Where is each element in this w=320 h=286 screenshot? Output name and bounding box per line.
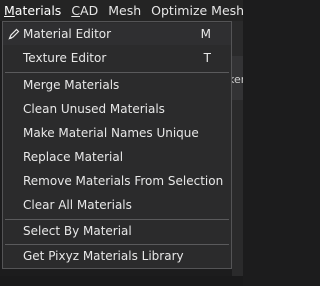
menu-item-label: Clean Unused Materials xyxy=(23,102,165,116)
menu-item-texture-editor[interactable]: Texture Editor T xyxy=(3,47,231,69)
materials-dropdown-menu: Material Editor M Texture Editor T Merge… xyxy=(2,21,232,269)
menu-item-make-material-names-unique[interactable]: Make Material Names Unique xyxy=(3,122,231,144)
menu-item-label: Replace Material xyxy=(23,150,124,164)
menu-item-merge-materials[interactable]: Merge Materials xyxy=(3,74,231,96)
menu-item-label: Material Editor xyxy=(23,27,112,41)
menu-item-label: Remove Materials From Selection xyxy=(23,174,224,188)
menu-mesh[interactable]: Mesh xyxy=(103,0,146,21)
menu-materials[interactable]: Materials xyxy=(0,0,66,21)
menu-item-replace-material[interactable]: Replace Material xyxy=(3,146,231,168)
menu-optimize-mesh[interactable]: Optimize Mesh xyxy=(146,0,243,21)
menu-mesh-label: Mesh xyxy=(108,3,142,18)
menu-bar: Materials CAD Mesh Optimize Mesh xyxy=(0,0,243,21)
menu-item-get-pixyz-materials-library[interactable]: Get Pixyz Materials Library xyxy=(3,245,231,267)
menu-cad[interactable]: CAD xyxy=(66,0,103,21)
menu-item-clear-all-materials[interactable]: Clear All Materials xyxy=(3,194,231,216)
menu-item-clean-unused-materials[interactable]: Clean Unused Materials xyxy=(3,98,231,120)
menu-separator xyxy=(5,72,229,73)
menu-materials-label: aterials xyxy=(14,3,62,18)
menu-materials-mnemonic: M xyxy=(4,3,15,18)
menu-item-remove-materials-from-selection[interactable]: Remove Materials From Selection xyxy=(3,170,231,192)
application-window: Materials CAD Mesh Optimize Mesh ker Mat… xyxy=(0,0,243,286)
menu-cad-mnemonic: C xyxy=(71,3,81,18)
menu-item-label: Get Pixyz Materials Library xyxy=(23,249,184,263)
pencil-check-icon xyxy=(8,28,20,40)
menu-item-label: Make Material Names Unique xyxy=(23,126,199,140)
menu-cad-label: AD xyxy=(80,3,99,18)
menu-item-shortcut: M xyxy=(200,27,211,41)
menu-item-material-editor[interactable]: Material Editor M xyxy=(3,23,231,45)
menu-item-label: Select By Material xyxy=(23,224,132,238)
menu-item-label: Texture Editor xyxy=(23,51,107,65)
menu-item-select-by-material[interactable]: Select By Material xyxy=(3,220,231,242)
menu-item-shortcut: T xyxy=(203,51,211,65)
background-footer xyxy=(0,276,243,286)
menu-item-label: Clear All Materials xyxy=(23,198,132,212)
menu-optimize-mesh-label: Optimize Mesh xyxy=(151,3,243,18)
menu-item-label: Merge Materials xyxy=(23,78,120,92)
